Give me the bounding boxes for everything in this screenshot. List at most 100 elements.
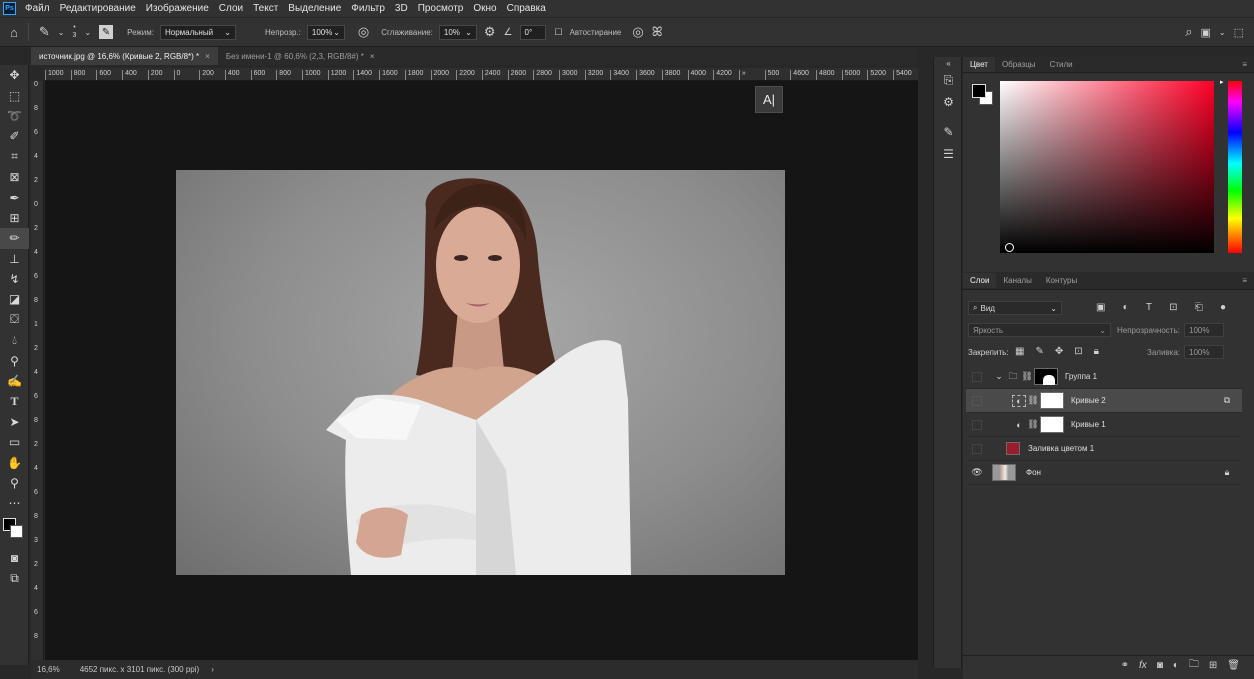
- workspace-icon[interactable]: ▣: [1200, 26, 1210, 39]
- menu-layers[interactable]: Слои: [214, 3, 248, 14]
- menu-file[interactable]: Файл: [20, 3, 55, 14]
- opacity-input[interactable]: 100% ⌄: [306, 24, 345, 40]
- menu-filter[interactable]: Фильтр: [346, 3, 390, 14]
- layer-row-curves-1[interactable]: ◐ ⛓︎ Кривые 1: [966, 413, 1242, 437]
- type-cursor-icon[interactable]: A|: [755, 86, 783, 113]
- background-thumbnail[interactable]: [992, 464, 1016, 481]
- properties-panel-icon[interactable]: ⚙: [934, 91, 963, 113]
- pressure-size-icon[interactable]: ◎: [632, 24, 643, 40]
- menu-help[interactable]: Справка: [502, 3, 551, 14]
- lock-transparency-icon[interactable]: ▦: [1015, 346, 1024, 357]
- clone-stamp-tool-icon[interactable]: ⊥: [0, 249, 29, 269]
- eye-icon[interactable]: 👁︎: [970, 466, 984, 480]
- tab-source-document[interactable]: источник.jpg @ 16,6% (Кривые 2, RGB/8*) …: [31, 47, 218, 65]
- adjustments-panel-icon[interactable]: ☰: [934, 143, 963, 165]
- healing-brush-tool-icon[interactable]: ⊞: [0, 208, 29, 228]
- panel-menu-icon[interactable]: ≡: [1235, 273, 1254, 288]
- close-icon[interactable]: ×: [370, 52, 375, 61]
- add-mask-icon[interactable]: ◙: [1157, 660, 1163, 671]
- pressure-opacity-icon[interactable]: ◎: [358, 24, 369, 40]
- history-panel-icon[interactable]: ⎘: [934, 69, 963, 91]
- screen-mode-icon[interactable]: ⧉: [0, 568, 29, 588]
- chevron-down-icon[interactable]: ⌄: [992, 371, 1006, 382]
- layer-filter-select[interactable]: ⌕ Вид ⌄: [968, 301, 1062, 315]
- zoom-level[interactable]: 16,6%: [37, 665, 60, 674]
- home-icon[interactable]: ⌂: [10, 25, 18, 40]
- menu-view[interactable]: Просмотр: [413, 3, 469, 14]
- color-swatches[interactable]: [0, 514, 29, 548]
- menu-edit[interactable]: Редактирование: [55, 3, 141, 14]
- visibility-toggle[interactable]: [972, 371, 982, 382]
- menu-type[interactable]: Текст: [248, 3, 283, 14]
- status-menu-arrow-icon[interactable]: ›: [211, 665, 214, 674]
- lock-position-icon[interactable]: ✥: [1055, 346, 1063, 357]
- new-group-icon[interactable]: 🗀︎: [1189, 657, 1199, 674]
- dodge-tool-icon[interactable]: ⚲: [0, 350, 29, 370]
- pencil-tool-icon[interactable]: ✏: [0, 228, 29, 249]
- filter-smart-object-icon[interactable]: ⎗: [1195, 302, 1203, 313]
- paint-bucket-tool-icon[interactable]: ⛋: [0, 310, 29, 330]
- share-icon[interactable]: ⬚: [1234, 26, 1244, 39]
- more-tools-icon[interactable]: ⋯: [0, 493, 29, 513]
- layer-style-icon[interactable]: fx: [1139, 660, 1147, 671]
- menu-select[interactable]: Выделение: [283, 3, 346, 14]
- menu-image[interactable]: Изображение: [141, 3, 214, 14]
- eyedropper-tool-icon[interactable]: ✒: [0, 187, 29, 207]
- tab-layers[interactable]: Слои: [963, 273, 997, 288]
- filter-pixel-icon[interactable]: ▣: [1096, 302, 1105, 313]
- brush-size-picker[interactable]: • 3: [72, 24, 76, 40]
- delete-layer-icon[interactable]: 🗑︎: [1227, 660, 1240, 671]
- adjustment-layer-icon[interactable]: ◐: [1173, 660, 1179, 671]
- layer-row-curves-2[interactable]: ◐ ⛓︎ Кривые 2 ⧉: [966, 389, 1242, 413]
- filter-adjustment-icon[interactable]: ◐: [1123, 302, 1129, 313]
- blur-tool-icon[interactable]: 💧︎: [0, 330, 29, 350]
- visibility-toggle[interactable]: [972, 443, 982, 454]
- tab-color[interactable]: Цвет: [963, 57, 995, 72]
- visibility-toggle[interactable]: [972, 419, 982, 430]
- smoothing-input[interactable]: 10% ⌄: [438, 24, 477, 40]
- link-layers-icon[interactable]: ⚭: [1121, 660, 1129, 671]
- gear-icon[interactable]: ⚙: [484, 24, 496, 40]
- lock-all-icon[interactable]: 🔒︎: [1094, 346, 1099, 357]
- zoom-tool-icon[interactable]: ⚲: [0, 473, 29, 493]
- filter-shape-icon[interactable]: ⊡: [1169, 302, 1177, 313]
- tab-swatches[interactable]: Образцы: [995, 57, 1043, 72]
- pen-tool-icon[interactable]: ✍: [0, 371, 29, 391]
- crop-tool-icon[interactable]: ⌗: [0, 147, 29, 167]
- layer-row-group-1[interactable]: ⌄ 🗀︎ ⛓︎ Группа 1: [966, 365, 1242, 389]
- type-tool-icon[interactable]: T: [0, 391, 29, 411]
- layer-opacity-input[interactable]: 100%: [1184, 323, 1224, 337]
- collapse-panels-icon[interactable]: «: [934, 57, 963, 69]
- foreground-color-chip[interactable]: [972, 84, 986, 98]
- lock-artboard-icon[interactable]: ⊡: [1074, 346, 1082, 357]
- autoerase-checkbox[interactable]: ☐: [555, 27, 563, 38]
- document-image-portrait[interactable]: [176, 170, 785, 575]
- tab-untitled-document[interactable]: Без имени-1 @ 60,6% (2,3, RGB/8#) * ×: [218, 47, 383, 65]
- marquee-tool-icon[interactable]: ⬚: [0, 85, 29, 105]
- chevron-down-icon[interactable]: ⌄: [1219, 28, 1226, 37]
- pencil-tool-preset-icon[interactable]: ✎: [39, 24, 50, 40]
- panel-menu-icon[interactable]: ≡: [1235, 57, 1254, 72]
- layer-mask-thumbnail[interactable]: [1040, 392, 1064, 409]
- filter-type-icon[interactable]: T: [1146, 302, 1152, 313]
- menu-3d[interactable]: 3D: [390, 3, 413, 14]
- mode-select[interactable]: Нормальный ⌄: [159, 24, 236, 40]
- hue-slider[interactable]: [1228, 81, 1242, 253]
- menu-window[interactable]: Окно: [468, 3, 501, 14]
- path-selection-tool-icon[interactable]: ➤: [0, 412, 29, 432]
- lasso-tool-icon[interactable]: ➰: [0, 106, 29, 126]
- tab-channels[interactable]: Каналы: [996, 273, 1038, 288]
- background-color-swatch[interactable]: [10, 524, 23, 538]
- new-layer-icon[interactable]: ⊞: [1209, 660, 1217, 671]
- layer-mask-thumbnail[interactable]: [1040, 416, 1064, 433]
- angle-input[interactable]: 0°: [519, 24, 546, 40]
- fill-color-thumbnail[interactable]: [1006, 442, 1020, 455]
- close-icon[interactable]: ×: [205, 52, 210, 61]
- brush-settings-panel-icon[interactable]: ✎: [934, 121, 963, 143]
- brush-settings-icon[interactable]: ✎: [99, 25, 114, 39]
- move-tool-icon[interactable]: ✥: [0, 65, 29, 85]
- color-saturation-field[interactable]: [1000, 81, 1214, 253]
- hue-slider-handle-icon[interactable]: ▸: [1220, 78, 1224, 86]
- fill-input[interactable]: 100%: [1184, 345, 1224, 359]
- group-mask-thumbnail[interactable]: [1034, 368, 1058, 385]
